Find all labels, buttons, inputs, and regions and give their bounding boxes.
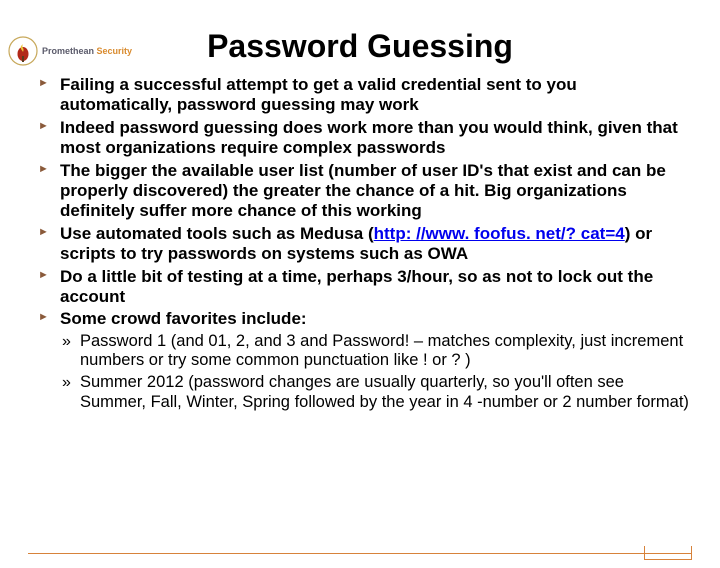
sub-bullet-item: Summer 2012 (password changes are usuall… [80,373,690,413]
brand-word-a: Promethean [42,46,94,56]
bullet-item: Some crowd favorites include: Password 1 … [60,309,690,413]
brand-word-b: Security [97,46,133,56]
external-link[interactable]: http: //www. foofus. net/? cat=4 [374,224,625,243]
bullet-text: Do a little bit of testing at a time, pe… [60,267,653,306]
sub-bullet-list: Password 1 (and 01, 2, and 3 and Passwor… [60,332,690,413]
bullet-item: The bigger the available user list (numb… [60,161,690,222]
bullet-text: Indeed password guessing does work more … [60,118,678,157]
brand-text: Promethean Security [42,46,132,56]
bullet-item: Use automated tools such as Medusa (http… [60,224,690,265]
slide-body: Failing a successful attempt to get a va… [0,75,720,413]
bullet-item: Do a little bit of testing at a time, pe… [60,267,690,308]
bullet-item: Indeed password guessing does work more … [60,118,690,159]
sub-bullet-text: Password 1 (and 01, 2, and 3 and Passwor… [80,332,683,370]
torch-icon [8,36,38,66]
footer-rule [28,553,692,554]
bullet-list: Failing a successful attempt to get a va… [60,75,690,413]
sub-bullet-item: Password 1 (and 01, 2, and 3 and Passwor… [80,332,690,372]
bullet-text: Some crowd favorites include: [60,309,307,328]
bullet-text: The bigger the available user list (numb… [60,161,666,221]
bullet-item: Failing a successful attempt to get a va… [60,75,690,116]
brand-logo: Promethean Security [8,36,132,66]
sub-bullet-text: Summer 2012 (password changes are usuall… [80,373,689,411]
footer-tab [644,546,692,560]
bullet-text: Failing a successful attempt to get a va… [60,75,577,114]
bullet-text-pre: Use automated tools such as Medusa ( [60,224,374,243]
